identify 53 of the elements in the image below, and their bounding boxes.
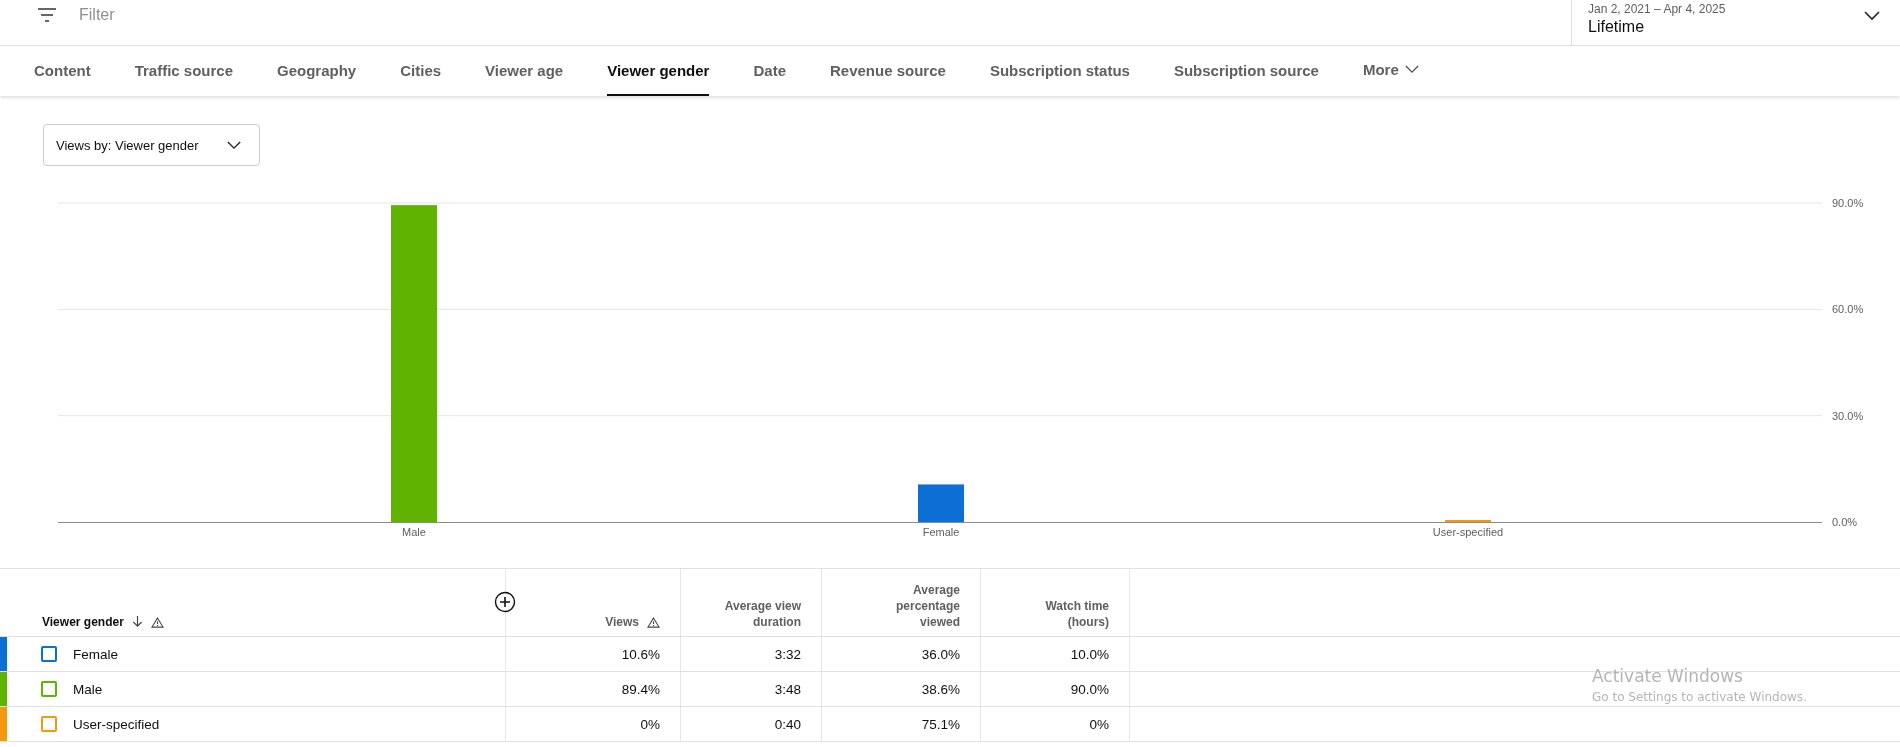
checkbox[interactable] <box>41 646 57 662</box>
checkbox[interactable] <box>41 716 57 732</box>
column-header[interactable]: Watch time (hours) <box>1025 598 1109 630</box>
checkbox[interactable] <box>41 681 57 697</box>
tab[interactable]: Subscription source <box>1173 46 1319 96</box>
table-cell: 0:40 <box>774 716 801 732</box>
x-axis-label: User-specified <box>1432 526 1504 538</box>
column-header[interactable]: Average percentage viewed <box>876 582 960 630</box>
tab[interactable]: Traffic source <box>134 46 234 96</box>
x-axis-label: Female <box>922 526 960 538</box>
table-cell: 89.4% <box>621 681 660 697</box>
y-axis-label: 60.0% <box>1832 303 1864 316</box>
more-tab[interactable]: More <box>1362 46 1419 96</box>
column-header[interactable]: Views <box>605 614 639 630</box>
table-cell: 38.6% <box>921 681 960 697</box>
table-cell: 90.0% <box>1070 681 1109 697</box>
tab[interactable]: Revenue source <box>830 46 946 96</box>
tab[interactable]: Content <box>34 46 91 96</box>
tab[interactable]: Geography <box>277 46 357 96</box>
column-header[interactable]: Viewer gender <box>42 614 124 630</box>
tab[interactable]: Cities <box>400 46 442 96</box>
chevron-down-icon <box>1404 64 1419 74</box>
table-cell: 10.0% <box>1070 646 1109 662</box>
tab[interactable]: Subscription status <box>989 46 1130 96</box>
table-cell: 36.0% <box>921 646 960 662</box>
table-cell: 10.6% <box>621 646 660 662</box>
activation-notice-title: Activate Windows <box>1592 666 1744 686</box>
y-axis-label: 30.0% <box>1832 409 1864 422</box>
tab[interactable]: Viewer age <box>485 46 564 96</box>
chevron-down-icon <box>1864 11 1880 21</box>
table-cell: 75.1% <box>921 716 960 732</box>
activation-notice-text: Go to Settings to activate Windows. <box>1592 690 1807 704</box>
table-cell: User-specified <box>73 716 160 732</box>
table-cell: Male <box>73 681 103 697</box>
warning-icon <box>647 617 660 628</box>
y-axis-label: 0.0% <box>1832 516 1858 528</box>
table-cell: 0% <box>640 716 660 732</box>
tab[interactable]: Viewer gender <box>607 46 710 96</box>
add-column-icon[interactable] <box>494 591 516 613</box>
chevron-down-icon <box>227 140 241 150</box>
tab[interactable]: Date <box>753 46 786 96</box>
table-cell: 3:32 <box>774 646 801 662</box>
date-range-picker[interactable]: Jan 2, 2021 – Apr 4, 2025 Lifetime <box>1571 0 1900 45</box>
filter-icon[interactable] <box>37 7 57 22</box>
x-axis-label: Male <box>402 526 426 538</box>
table-cell: 3:48 <box>774 681 801 697</box>
sort-arrow-icon[interactable] <box>131 615 143 628</box>
warning-icon <box>150 617 164 628</box>
table-cell: Female <box>73 646 118 662</box>
metric-dropdown[interactable]: Views by: Viewer gender <box>43 124 260 166</box>
column-header[interactable]: Average view duration <box>717 598 801 630</box>
table-cell: 0% <box>1089 716 1109 732</box>
y-axis-label: 90.0% <box>1832 197 1864 209</box>
